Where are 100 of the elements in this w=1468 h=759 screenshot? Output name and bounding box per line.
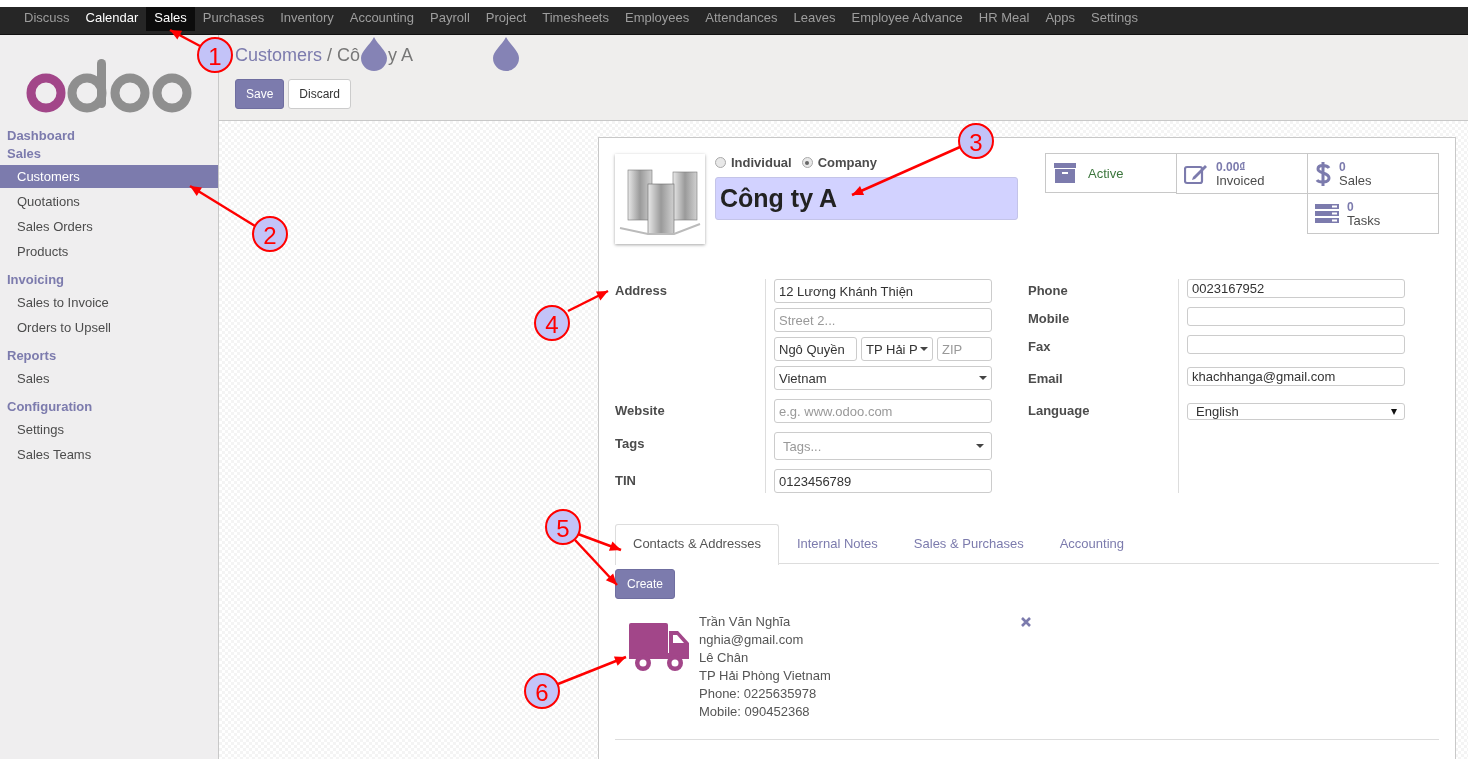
breadcrumb-separator: /	[327, 45, 333, 66]
drop-icon	[492, 36, 520, 71]
stat-label: Sales	[1339, 173, 1372, 188]
sidebar-item[interactable]: Quotations	[0, 190, 218, 213]
field-label: Mobile	[1028, 310, 1071, 326]
arrow	[169, 28, 201, 48]
edit-icon	[1184, 162, 1208, 185]
breadcrumb-current: Cô	[337, 45, 361, 66]
active-toggle-button[interactable]: Active	[1045, 153, 1177, 193]
name-field[interactable]: Công ty A	[715, 177, 1018, 220]
radio-button[interactable]	[715, 157, 726, 168]
discard-button[interactable]: Discard	[288, 79, 352, 109]
menu-item[interactable]: Attendances	[697, 7, 786, 31]
menu-item[interactable]: Project	[477, 7, 535, 31]
select-field[interactable]: Vietnam	[774, 366, 992, 390]
menu-item[interactable]: Apps	[1037, 7, 1083, 31]
radio-option[interactable]: Individual	[715, 155, 792, 170]
tab[interactable]: Internal Notes	[778, 524, 896, 563]
sidebar-item[interactable]: Sales to Invoice	[0, 291, 218, 314]
contact-detail: Phone: 0225635978	[699, 685, 818, 703]
sidebar-item[interactable]: Orders to Upsell	[0, 316, 218, 339]
menu-item[interactable]: Settings	[1083, 7, 1146, 31]
menu-item[interactable]: Discuss	[16, 7, 78, 31]
sidebar-item[interactable]: Sales Teams	[0, 443, 218, 466]
select-field[interactable]: English	[1187, 403, 1405, 420]
menu-item[interactable]: Calendar	[77, 7, 147, 31]
contact-detail: Lê Chân	[699, 649, 750, 667]
breadcrumb-link[interactable]: Customers	[235, 45, 323, 66]
server-icon	[1315, 203, 1339, 224]
input-field[interactable]: e.g. www.odoo.com	[774, 399, 992, 423]
contact-detail: nghia@gmail.com	[699, 631, 805, 649]
caret-icon	[1391, 408, 1397, 415]
field-label: Language	[1028, 402, 1091, 420]
tab[interactable]: Sales & Purchases	[895, 524, 1042, 563]
menu-item[interactable]: Inventory	[272, 7, 342, 31]
menu-item[interactable]: HR Meal	[970, 7, 1038, 31]
radio-option[interactable]: Company	[801, 155, 877, 170]
menu-section-title[interactable]: Reports	[0, 347, 218, 365]
stat-button[interactable]: 0.00₫ Invoiced	[1176, 153, 1308, 194]
tags-field[interactable]: Tags...	[774, 432, 992, 460]
menu-item[interactable]: Leaves	[785, 7, 844, 31]
field-label: Address	[615, 282, 669, 300]
contact-name: Trần Văn Nghĩa	[699, 613, 792, 631]
radio-label: Company	[817, 155, 877, 170]
select-field[interactable]: TP Hải P	[861, 337, 933, 361]
contact-detail: TP Hải Phòng Vietnam	[699, 667, 831, 685]
sidebar-item[interactable]: Customers	[0, 165, 218, 188]
stat-value: 0	[1347, 199, 1355, 214]
radio-label: Individual	[731, 155, 792, 170]
input-field[interactable]: 0123456789	[774, 469, 992, 493]
menu-section-title[interactable]: Invoicing	[0, 271, 218, 289]
caret-icon	[979, 376, 987, 380]
sidebar-item[interactable]: Sales Orders	[0, 215, 218, 238]
close-icon[interactable]	[1021, 617, 1031, 627]
input-field[interactable]	[1187, 307, 1405, 326]
save-button[interactable]: Save	[235, 79, 285, 109]
menu-item[interactable]: Payroll	[422, 7, 478, 31]
menu-item[interactable]: Employee Advance	[843, 7, 971, 31]
stat-button[interactable]: 0 Sales	[1307, 153, 1439, 194]
field-label: TIN	[615, 472, 637, 490]
radio-button[interactable]	[801, 157, 813, 168]
sidebar-item[interactable]: Sales	[0, 367, 218, 390]
input-field[interactable]: Ngô Quyền	[774, 337, 857, 361]
contact-detail: Mobile: 090452368	[699, 703, 811, 721]
menu-item[interactable]: Employees	[617, 7, 698, 31]
input-field[interactable]: Street 2...	[774, 308, 992, 332]
field-label: Tags	[615, 435, 646, 453]
input-field[interactable]: khachhanga@gmail.com	[1187, 367, 1405, 386]
menu-item[interactable]: Timesheets	[534, 7, 617, 31]
tab[interactable]: Accounting	[1041, 524, 1142, 563]
active-label: Active	[1088, 165, 1124, 181]
breadcrumb-current: y A	[388, 45, 414, 66]
create-button[interactable]: Create	[615, 569, 676, 599]
tab[interactable]: Contacts & Addresses	[615, 524, 779, 565]
stat-button[interactable]: 0 Tasks	[1307, 193, 1439, 234]
menu-item[interactable]: Sales	[146, 7, 195, 31]
arrow	[567, 289, 609, 313]
menu-section-title[interactable]: Dashboard	[0, 127, 218, 145]
field-label: Email	[1028, 370, 1064, 386]
input-field[interactable]: 12 Lương Khánh Thiện	[774, 279, 992, 303]
truck-icon	[629, 623, 689, 673]
stat-label: Invoiced	[1216, 173, 1265, 188]
drop-icon	[360, 36, 389, 71]
menu-section-title[interactable]: Sales	[0, 145, 218, 163]
arrow	[557, 655, 627, 686]
dollar-icon	[1315, 160, 1331, 187]
field-label: Fax	[1028, 338, 1052, 354]
menu-item[interactable]: Purchases	[194, 7, 273, 31]
input-field[interactable]: 0023167952	[1187, 279, 1405, 298]
menu-item[interactable]: Accounting	[341, 7, 423, 31]
input-field[interactable]	[1187, 335, 1405, 354]
menu-section-title[interactable]: Configuration	[0, 398, 218, 416]
field-label: Phone	[1028, 282, 1069, 298]
logo-icon	[26, 57, 194, 113]
field-label: Website	[615, 402, 666, 420]
sidebar-item[interactable]: Settings	[0, 418, 218, 441]
stat-label: Tasks	[1347, 213, 1381, 228]
sidebar-item[interactable]: Products	[0, 240, 218, 263]
stat-value: 0	[1339, 159, 1347, 174]
caret-icon	[976, 444, 984, 448]
